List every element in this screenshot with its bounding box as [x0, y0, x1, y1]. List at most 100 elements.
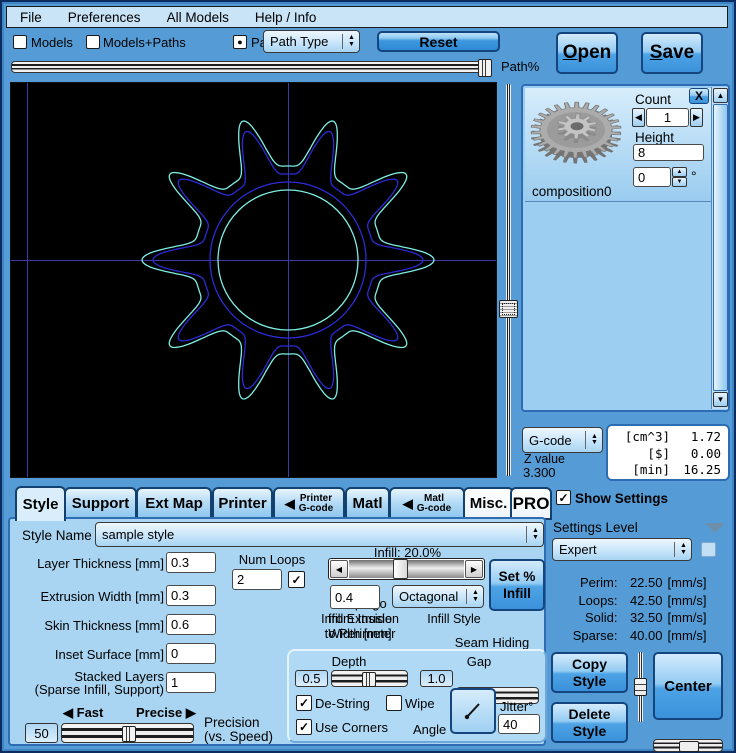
- tab-ext-map[interactable]: Ext Map: [136, 487, 212, 520]
- count-increment-button[interactable]: ▶: [690, 108, 703, 127]
- horizontal-slider-handle[interactable]: [679, 741, 699, 752]
- tab-misc[interactable]: Misc.: [463, 487, 514, 520]
- center-horizontal-slider[interactable]: [653, 739, 723, 752]
- height-input[interactable]: 8: [633, 144, 704, 161]
- check-icon: ✓: [291, 574, 301, 586]
- num-loops-input[interactable]: 2: [232, 569, 282, 590]
- height-label: Height: [635, 130, 674, 145]
- gear-thumbnail-image: [529, 98, 631, 174]
- destring-checkbox[interactable]: ✓: [296, 695, 312, 711]
- tab-matl-gcode[interactable]: ◀ MatlG-code: [389, 487, 465, 520]
- tab-printer[interactable]: Printer: [212, 487, 273, 520]
- rotation-up-button[interactable]: ▲: [672, 167, 687, 177]
- composition-list-item[interactable]: Count ◀ 1 ▶ Height 8 0 ▲ ▼ ° composition…: [525, 88, 711, 202]
- wipe-label: Wipe: [405, 696, 435, 711]
- depth-slider-handle[interactable]: [362, 672, 376, 687]
- infill-slider[interactable]: ◀ ▶: [328, 558, 485, 580]
- infill-extrusion-label: Infill Extrusion: [300, 612, 420, 626]
- infill-slider-left-arrow[interactable]: ◀: [330, 560, 348, 578]
- count-decrement-button[interactable]: ◀: [632, 108, 645, 127]
- tab-style[interactable]: Style: [15, 486, 66, 521]
- check-icon: ✓: [299, 697, 309, 709]
- skin-thickness-input[interactable]: 0.6: [166, 614, 216, 635]
- skin-thickness-label: Skin Thickness [mm]: [10, 618, 164, 633]
- settings-level-dropdown[interactable]: Expert ▲▼: [552, 538, 692, 561]
- gcode-value: G-code: [523, 433, 584, 448]
- jitter-label: Jitter°: [500, 699, 533, 714]
- settings-level-value: Expert: [553, 542, 673, 557]
- infill-extrusion-width-input[interactable]: 0.4: [330, 585, 380, 609]
- precision-slider[interactable]: [61, 723, 194, 743]
- models-paths-checkbox[interactable]: ✓: [86, 35, 100, 49]
- stacked-layers-input[interactable]: 1: [166, 672, 216, 693]
- path-preview-canvas[interactable]: [10, 82, 497, 478]
- inset-surface-input[interactable]: 0: [166, 643, 216, 664]
- z-layer-slider[interactable]: [499, 84, 518, 476]
- open-button[interactable]: Open: [556, 32, 618, 74]
- rotation-down-button[interactable]: ▼: [672, 177, 687, 187]
- stat-row: [$]0.00: [608, 446, 721, 463]
- layer-thickness-input[interactable]: 0.3: [166, 552, 216, 573]
- path-percent-slider[interactable]: [11, 61, 490, 73]
- z-slider-handle[interactable]: [499, 300, 518, 318]
- tab-pro[interactable]: PRO: [510, 487, 552, 520]
- vertical-slider-handle[interactable]: [634, 678, 647, 696]
- delete-style-button[interactable]: DeleteStyle: [551, 702, 628, 743]
- stat-row: [cm^3]1.72: [608, 429, 721, 446]
- extrusion-width-input[interactable]: 0.3: [166, 585, 216, 606]
- updown-arrows-icon: ▲▼: [587, 434, 602, 447]
- num-loops-checkbox[interactable]: ✓: [288, 571, 305, 588]
- stat-row: [min]16.25: [608, 462, 721, 479]
- style-vertical-slider[interactable]: [633, 652, 648, 722]
- infill-style-dropdown[interactable]: Octagonal ▲▼: [392, 585, 484, 608]
- scroll-down-button[interactable]: ▼: [713, 392, 728, 407]
- style-settings-panel: Style Name sample style ▲▼ Layer Thickne…: [8, 517, 546, 746]
- models-checkbox[interactable]: ✓: [13, 35, 27, 49]
- reset-button[interactable]: Reset: [377, 31, 500, 52]
- style-name-dropdown[interactable]: sample style ▲▼: [95, 522, 544, 547]
- menu-file[interactable]: File: [20, 10, 42, 25]
- scrollbar-thumb[interactable]: [713, 104, 728, 391]
- scroll-up-button[interactable]: ▲: [713, 88, 728, 103]
- settings-level-label: Settings Level: [553, 520, 638, 535]
- rotation-input[interactable]: 0: [633, 167, 671, 187]
- path-type-value: Path Type: [264, 34, 341, 49]
- path-percent-slider-handle[interactable]: [478, 59, 492, 77]
- copy-style-button[interactable]: CopyStyle: [551, 652, 628, 693]
- paths-checkbox[interactable]: ●: [233, 35, 247, 49]
- tab-matl[interactable]: Matl: [345, 487, 390, 520]
- infill-slider-right-arrow[interactable]: ▶: [465, 560, 483, 578]
- angle-button[interactable]: [450, 688, 496, 734]
- divider: [526, 526, 527, 543]
- infill-slider-handle[interactable]: [393, 559, 408, 579]
- menu-help-info[interactable]: Help / Info: [255, 10, 317, 25]
- show-settings-checkbox[interactable]: ✓: [556, 490, 571, 505]
- count-input[interactable]: 1: [646, 108, 689, 127]
- menu-bar: File Preferences All Models Help / Info: [6, 6, 728, 28]
- menu-preferences[interactable]: Preferences: [68, 10, 141, 25]
- collapse-triangle-icon[interactable]: [705, 523, 725, 533]
- gcode-dropdown[interactable]: G-code ▲▼: [522, 427, 603, 453]
- check-icon: ✓: [558, 492, 568, 504]
- precision-slider-handle[interactable]: [122, 726, 136, 742]
- use-corners-checkbox[interactable]: ✓: [296, 719, 312, 735]
- settings-level-aux-checkbox[interactable]: ✓: [701, 542, 716, 557]
- tab-support[interactable]: Support: [64, 487, 137, 520]
- updown-arrows-icon: ▲▼: [344, 35, 359, 48]
- close-composition-button[interactable]: X: [689, 88, 709, 104]
- precise-label: Precise ▶: [136, 705, 196, 721]
- save-button[interactable]: Save: [641, 32, 703, 74]
- right-triangle-icon: ▶: [186, 705, 196, 720]
- speed-row: Loops:42.50[mm/s]: [552, 592, 720, 610]
- depth-slider[interactable]: [331, 670, 408, 687]
- precision-label: Precision: [204, 715, 260, 730]
- wipe-checkbox[interactable]: ✓: [386, 695, 402, 711]
- set-infill-button[interactable]: Set % Infill: [489, 559, 545, 611]
- tab-printer-gcode[interactable]: ◀ PrinterG-code: [273, 487, 345, 520]
- num-loops-label: Num Loops: [232, 552, 312, 567]
- center-button[interactable]: Center: [653, 652, 723, 720]
- infill-slider-track[interactable]: [349, 560, 464, 578]
- jitter-input[interactable]: 40: [498, 714, 540, 734]
- path-type-dropdown[interactable]: Path Type ▲▼: [263, 30, 360, 53]
- menu-all-models[interactable]: All Models: [167, 10, 229, 25]
